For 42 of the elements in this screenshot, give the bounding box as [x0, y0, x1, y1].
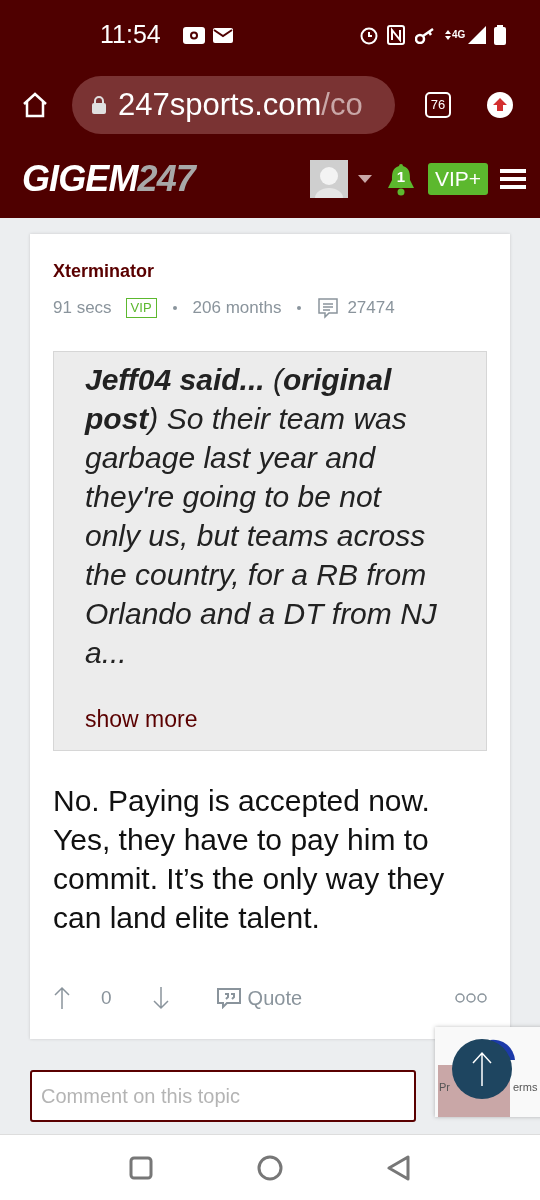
member-tenure: 206 months: [192, 297, 282, 319]
upload-icon[interactable]: [487, 92, 513, 118]
arrow-up-icon: [472, 1051, 492, 1087]
post-count: 27474: [347, 297, 395, 319]
vote-count: 0: [101, 985, 112, 1010]
post-body: No. Paying is accepted now. Yes, they have to pay him to commit. It’s the only way they can land elite talent.: [53, 783, 446, 936]
recents-icon[interactable]: [129, 1155, 153, 1180]
tab-count-button[interactable]: 76: [425, 92, 451, 118]
menu-icon[interactable]: [500, 168, 526, 190]
url-text: 247sports.com/co: [118, 85, 363, 124]
post-time: 91 secs: [53, 297, 112, 319]
downvote-icon[interactable]: [151, 986, 170, 1010]
comment-field[interactable]: Comment on this topic: [30, 1070, 416, 1122]
site-logo[interactable]: GIGEM247: [22, 152, 195, 206]
author-name[interactable]: Xterminator: [53, 258, 487, 285]
quote-text: Jeff04 said... (original post) So their team was garbage last year and they're going to be not only us, but teams across the country, for a RB from Orlando and a DT from NJ a...: [85, 361, 438, 671]
lock-icon: [92, 96, 106, 114]
status-time: 11:54: [100, 19, 161, 51]
separator-dot: [172, 305, 177, 310]
comment-icon: [317, 296, 340, 319]
home-nav-icon[interactable]: [257, 1154, 283, 1181]
address-bar[interactable]: 247sports.com/co: [72, 76, 395, 134]
upvote-icon[interactable]: [53, 986, 71, 1010]
signal-icon: [468, 26, 486, 44]
nfc-icon: [387, 25, 405, 45]
battery-icon: [494, 25, 506, 45]
quote-icon: [215, 987, 242, 1009]
caret-icon[interactable]: [357, 175, 372, 183]
key-icon: [415, 26, 435, 44]
separator-dot: [297, 305, 302, 310]
home-icon[interactable]: [22, 92, 48, 118]
avatar-icon[interactable]: [309, 160, 348, 198]
show-more-link[interactable]: show more: [85, 701, 442, 736]
terms-link[interactable]: erms: [513, 1079, 538, 1096]
mail-icon: [212, 27, 233, 43]
back-icon[interactable]: [387, 1154, 411, 1181]
vip-badge: VIP: [125, 297, 157, 318]
data-arrows-icon: [445, 30, 451, 40]
screen-record-icon: [182, 26, 205, 44]
more-icon[interactable]: [455, 992, 487, 1004]
network-type: 4G: [452, 30, 466, 40]
alarm-icon: [359, 25, 379, 45]
